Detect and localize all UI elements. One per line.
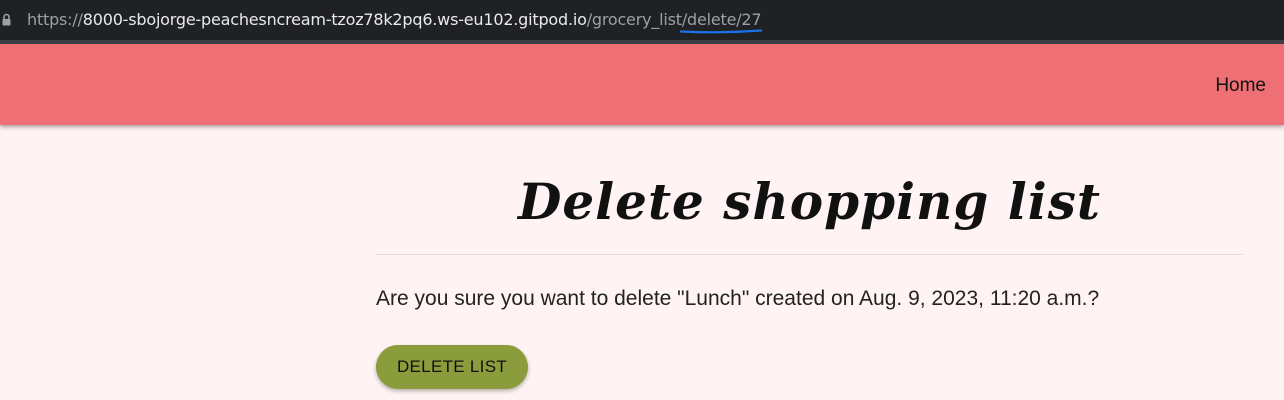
title-divider [376, 254, 1243, 255]
top-navbar: Home [0, 44, 1284, 125]
url-field[interactable]: https://8000-sbojorge-peachesncream-tzoz… [27, 9, 762, 31]
url-host: 8000-sbojorge-peachesncream-tzoz78k2pq6.… [82, 10, 587, 29]
page-title: Delete shopping list [517, 172, 1101, 231]
delete-list-button[interactable]: DELETE LIST [376, 345, 528, 389]
nav-home-link[interactable]: Home [1215, 75, 1266, 97]
url-path-prefix: /grocery_list/ [586, 10, 688, 29]
url-path-highlight: delete/27 [687, 10, 762, 29]
annotation-underline [680, 29, 762, 34]
lock-icon [2, 13, 11, 26]
delete-confirmation-text: Are you sure you want to delete "Lunch" … [376, 287, 1100, 310]
browser-address-bar: https://8000-sbojorge-peachesncream-tzoz… [0, 0, 1284, 40]
url-scheme: https:// [27, 10, 83, 29]
